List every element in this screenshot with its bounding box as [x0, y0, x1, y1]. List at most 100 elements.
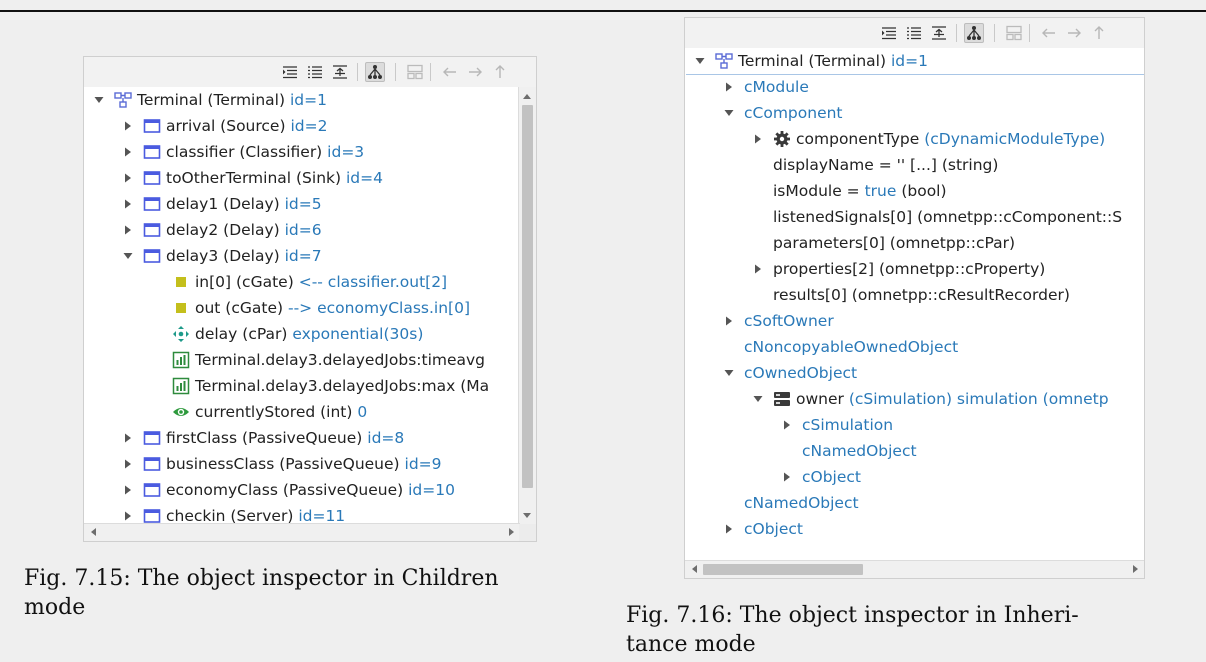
- tree-row[interactable]: owner (cSimulation) simulation (omnetp: [686, 386, 1144, 412]
- tree-row[interactable]: checkin (Server) id=11: [85, 503, 519, 524]
- collapse-arrow-icon[interactable]: [121, 243, 135, 269]
- tree-row[interactable]: Terminal (Terminal) id=1: [85, 87, 519, 113]
- up-arrow-icon[interactable]: [490, 62, 510, 82]
- tree-row[interactable]: currentlyStored (int) 0: [85, 399, 519, 425]
- tree-row[interactable]: Terminal.delay3.delayedJobs:max (Ma: [85, 373, 519, 399]
- expand-arrow-icon[interactable]: [722, 308, 736, 334]
- tree-row[interactable]: properties[2] (omnetpp::cProperty): [686, 256, 1144, 282]
- tree-row[interactable]: isModule = true (bool): [686, 178, 1144, 204]
- module-icon: [143, 117, 161, 135]
- up-arrow-icon[interactable]: [1089, 23, 1109, 43]
- module-icon: [143, 195, 161, 213]
- tree-row[interactable]: arrival (Source) id=2: [85, 113, 519, 139]
- scroll-thumb[interactable]: [522, 105, 533, 488]
- tree-row[interactable]: cSoftOwner: [686, 308, 1144, 334]
- tree-row[interactable]: delay2 (Delay) id=6: [85, 217, 519, 243]
- tree-row-label: cSoftOwner: [744, 308, 834, 334]
- collapse-arrow-icon[interactable]: [693, 48, 707, 74]
- tree-row[interactable]: businessClass (PassiveQueue) id=9: [85, 451, 519, 477]
- tree-row[interactable]: cModule: [686, 74, 1144, 100]
- layout-icon[interactable]: [1004, 23, 1024, 43]
- tree-row[interactable]: cSimulation: [686, 412, 1144, 438]
- module-icon: [143, 481, 161, 499]
- tree-row[interactable]: displayName = '' [...] (string): [686, 152, 1144, 178]
- tree-row[interactable]: results[0] (omnetpp::cResultRecorder): [686, 282, 1144, 308]
- tree-row[interactable]: delay1 (Delay) id=5: [85, 191, 519, 217]
- expand-arrow-icon[interactable]: [121, 451, 135, 477]
- expand-arrow-icon[interactable]: [722, 74, 736, 100]
- list-icon[interactable]: [305, 62, 325, 82]
- scroll-right-arrow-icon[interactable]: [1128, 562, 1142, 576]
- tree-row-label: cObject: [744, 516, 803, 542]
- layout-icon[interactable]: [405, 62, 425, 82]
- horizontal-scrollbar[interactable]: [84, 523, 520, 541]
- expand-arrow-icon[interactable]: [722, 516, 736, 542]
- hierarchy-icon[interactable]: [964, 23, 984, 43]
- tree-row[interactable]: parameters[0] (omnetpp::cPar): [686, 230, 1144, 256]
- forward-arrow-icon[interactable]: [1064, 23, 1084, 43]
- expand-arrow-icon[interactable]: [780, 464, 794, 490]
- object-name: checkin (Server): [166, 507, 294, 524]
- tree-row-label: displayName = '' [...] (string): [773, 152, 998, 178]
- tree-row[interactable]: Terminal.delay3.delayedJobs:timeavg: [85, 347, 519, 373]
- expand-arrow-icon[interactable]: [121, 217, 135, 243]
- statistic-icon: [172, 351, 190, 369]
- tree-row[interactable]: cObject: [686, 464, 1144, 490]
- expand-arrow-icon[interactable]: [121, 113, 135, 139]
- tree-row-label: Terminal (Terminal) id=1: [137, 87, 327, 113]
- scroll-down-arrow-icon[interactable]: [520, 508, 534, 522]
- tree-row[interactable]: economyClass (PassiveQueue) id=10: [85, 477, 519, 503]
- tree-expand-icon[interactable]: [879, 23, 899, 43]
- vertical-scrollbar[interactable]: [518, 87, 536, 524]
- tree-row[interactable]: cComponent: [686, 100, 1144, 126]
- flatten-icon[interactable]: [929, 23, 949, 43]
- object-name: Terminal (Terminal): [137, 91, 286, 109]
- expand-arrow-icon[interactable]: [121, 425, 135, 451]
- scroll-right-arrow-icon[interactable]: [504, 525, 518, 539]
- back-arrow-icon[interactable]: [440, 62, 460, 82]
- scroll-left-arrow-icon[interactable]: [86, 525, 100, 539]
- expand-arrow-icon[interactable]: [121, 503, 135, 524]
- tree-row[interactable]: cOwnedObject: [686, 360, 1144, 386]
- flatten-icon[interactable]: [330, 62, 350, 82]
- tree-row[interactable]: in[0] (cGate) <-- classifier.out[2]: [85, 269, 519, 295]
- scroll-thumb[interactable]: [703, 564, 863, 575]
- scroll-left-arrow-icon[interactable]: [687, 562, 701, 576]
- collapse-arrow-icon[interactable]: [751, 386, 765, 412]
- scroll-up-arrow-icon[interactable]: [520, 89, 534, 103]
- tree-row[interactable]: cNoncopyableOwnedObject: [686, 334, 1144, 360]
- object-tree[interactable]: Terminal (Terminal) id=1 cModule cComponen…: [686, 48, 1144, 561]
- object-info: <-- classifier.out[2]: [298, 273, 448, 291]
- expand-arrow-icon[interactable]: [121, 139, 135, 165]
- tree-row-label: Terminal.delay3.delayedJobs:max (Ma: [195, 373, 489, 399]
- inspector-toolbar: [685, 18, 1144, 48]
- tree-row[interactable]: delay (cPar) exponential(30s): [85, 321, 519, 347]
- tree-row[interactable]: cObject: [686, 516, 1144, 542]
- tree-row[interactable]: toOtherTerminal (Sink) id=4: [85, 165, 519, 191]
- collapse-arrow-icon[interactable]: [722, 360, 736, 386]
- expand-arrow-icon[interactable]: [121, 191, 135, 217]
- tree-row[interactable]: out (cGate) --> economyClass.in[0]: [85, 295, 519, 321]
- tree-expand-icon[interactable]: [280, 62, 300, 82]
- tree-row[interactable]: cNamedObject: [686, 438, 1144, 464]
- expand-arrow-icon[interactable]: [751, 256, 765, 282]
- object-tree[interactable]: Terminal (Terminal) id=1 arrival (Source)…: [85, 87, 519, 524]
- expand-arrow-icon[interactable]: [121, 477, 135, 503]
- tree-row[interactable]: Terminal (Terminal) id=1: [686, 48, 1144, 75]
- collapse-arrow-icon[interactable]: [722, 100, 736, 126]
- collapse-arrow-icon[interactable]: [92, 87, 106, 113]
- horizontal-scrollbar[interactable]: [685, 560, 1144, 578]
- tree-row[interactable]: classifier (Classifier) id=3: [85, 139, 519, 165]
- tree-row[interactable]: componentType (cDynamicModuleType): [686, 126, 1144, 152]
- expand-arrow-icon[interactable]: [751, 126, 765, 152]
- forward-arrow-icon[interactable]: [465, 62, 485, 82]
- expand-arrow-icon[interactable]: [780, 412, 794, 438]
- list-icon[interactable]: [904, 23, 924, 43]
- expand-arrow-icon[interactable]: [121, 165, 135, 191]
- tree-row[interactable]: delay3 (Delay) id=7: [85, 243, 519, 269]
- tree-row[interactable]: listenedSignals[0] (omnetpp::cComponent:…: [686, 204, 1144, 230]
- tree-row[interactable]: firstClass (PassiveQueue) id=8: [85, 425, 519, 451]
- back-arrow-icon[interactable]: [1039, 23, 1059, 43]
- tree-row[interactable]: cNamedObject: [686, 490, 1144, 516]
- hierarchy-icon[interactable]: [365, 62, 385, 82]
